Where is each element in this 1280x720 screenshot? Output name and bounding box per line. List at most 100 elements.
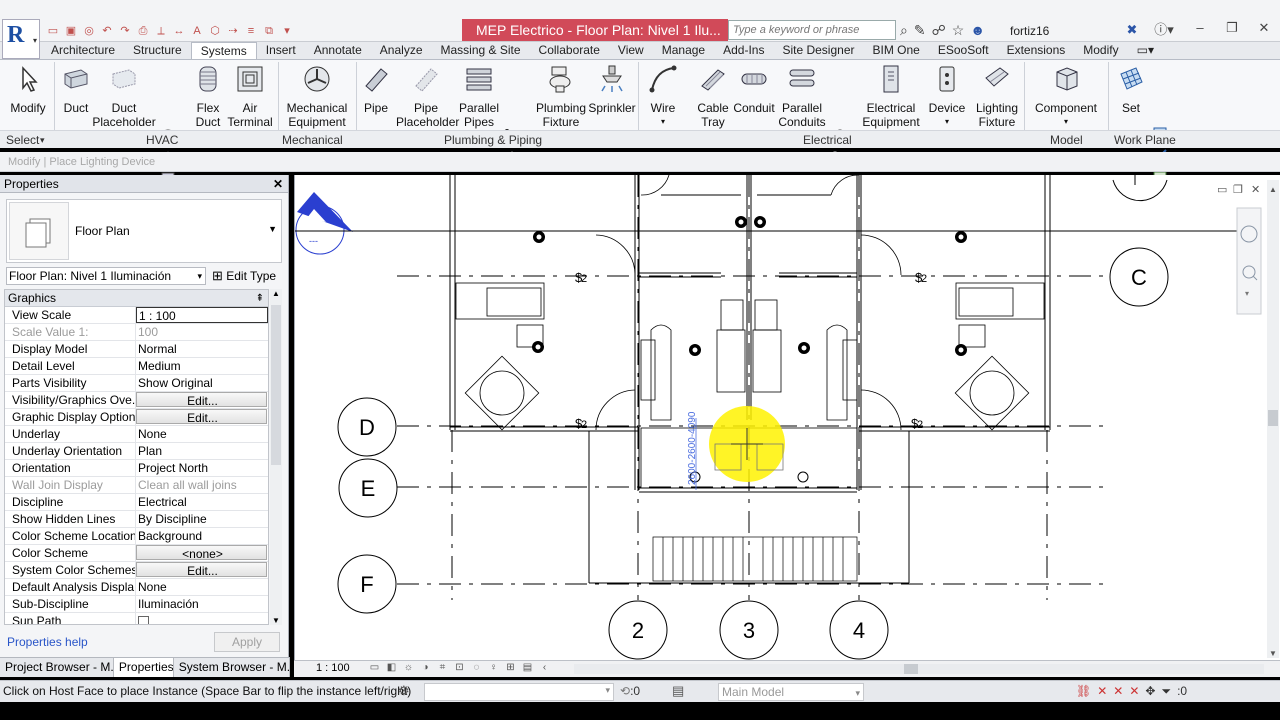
- tab-massing-site[interactable]: Massing & Site: [432, 42, 530, 59]
- user-icon[interactable]: ☻: [970, 22, 985, 38]
- properties-help-link[interactable]: Properties help: [7, 635, 88, 649]
- section-icon[interactable]: ⇢: [226, 24, 240, 38]
- electrical-equipment-tool[interactable]: Electrical Equipment: [862, 64, 920, 129]
- property-row[interactable]: Detail Level Medium: [5, 358, 268, 375]
- tab-collaborate[interactable]: Collaborate: [530, 42, 609, 59]
- tab-view[interactable]: View: [609, 42, 653, 59]
- scroll-up-icon[interactable]: ▲: [272, 289, 280, 298]
- worksharing-icon[interactable]: ⊞: [504, 662, 517, 675]
- worksets-icon[interactable]: ⚙: [398, 683, 410, 699]
- sprinkler-tool[interactable]: Sprinkler: [588, 64, 636, 115]
- detail-level-icon[interactable]: ▭: [368, 662, 381, 675]
- sun-path-icon[interactable]: ☼: [402, 662, 415, 675]
- customize-qat-icon[interactable]: ▾: [280, 24, 294, 38]
- property-row[interactable]: Sub-Discipline Iluminación: [5, 596, 268, 613]
- ribbon-options-icon[interactable]: ▭▾: [1128, 42, 1163, 59]
- property-edit-button[interactable]: Edit...: [136, 562, 267, 577]
- minimize-icon[interactable]: –: [1184, 18, 1216, 38]
- workset-combo[interactable]: ▾: [424, 683, 614, 701]
- floor-plan-drawing[interactable]: --- $2 $2 $2 $2 2600-2600-4090 C D E F 2…: [295, 175, 1280, 660]
- section-marker[interactable]: ---: [295, 192, 353, 255]
- property-value[interactable]: Medium: [136, 358, 268, 374]
- tab-esoosoft[interactable]: ESooSoft: [929, 42, 998, 59]
- property-row[interactable]: Parts Visibility Show Original: [5, 375, 268, 392]
- thin-lines-icon[interactable]: ≡: [244, 24, 258, 38]
- select-pinned-icon[interactable]: ✕: [1113, 684, 1123, 699]
- property-row[interactable]: Underlay Orientation Plan: [5, 443, 268, 460]
- pipe-placeholder-tool[interactable]: Pipe Placeholder: [396, 64, 459, 129]
- pipe-tool[interactable]: Pipe: [356, 64, 396, 115]
- property-value[interactable]: None: [136, 579, 268, 595]
- set-tool[interactable]: Set: [1114, 64, 1148, 115]
- property-value[interactable]: [136, 613, 268, 624]
- help-icon[interactable]: ⓘ▾: [1148, 20, 1180, 40]
- select-underlay-icon[interactable]: ✕: [1097, 684, 1107, 699]
- switch-windows-icon[interactable]: ⧉: [262, 24, 276, 38]
- tab-annotate[interactable]: Annotate: [305, 42, 371, 59]
- property-row[interactable]: View Scale 1 : 100: [5, 307, 268, 324]
- close-icon[interactable]: ✕: [273, 175, 283, 193]
- model-combo[interactable]: Main Model ▾: [718, 683, 864, 701]
- tab-structure[interactable]: Structure: [124, 42, 191, 59]
- property-row[interactable]: Wall Join Display Clean all wall joins: [5, 477, 268, 494]
- tab-extensions[interactable]: Extensions: [998, 42, 1075, 59]
- view-minimize-icon[interactable]: ▭: [1217, 184, 1227, 196]
- plumbing-fixture-tool[interactable]: Plumbing Fixture: [534, 64, 588, 129]
- favorites-icon[interactable]: ☆: [952, 22, 965, 39]
- property-row[interactable]: Graphic Display Options Edit...: [5, 409, 268, 426]
- navigation-bar[interactable]: ▾: [1236, 207, 1262, 315]
- tab-manage[interactable]: Manage: [653, 42, 714, 59]
- lighting-fixture-tool[interactable]: Lighting Fixture: [972, 64, 1022, 129]
- conduit-tool[interactable]: Conduit: [732, 64, 776, 115]
- search-input[interactable]: Type a keyword or phrase: [728, 20, 896, 40]
- tab-analyze[interactable]: Analyze: [371, 42, 432, 59]
- exchange-apps-icon[interactable]: ✖: [1116, 20, 1148, 40]
- 3d-view-icon[interactable]: ⬡: [208, 24, 222, 38]
- view-window-controls[interactable]: ▭ ❐ ✕: [1217, 184, 1260, 196]
- cable-tray-tool[interactable]: Cable Tray: [694, 64, 732, 129]
- tab-architecture[interactable]: Architecture: [42, 42, 124, 59]
- restore-icon[interactable]: ❐: [1216, 18, 1248, 38]
- property-value[interactable]: Electrical: [136, 494, 268, 510]
- scrollbar-thumb[interactable]: [271, 305, 281, 465]
- tab-modify[interactable]: Modify: [1074, 42, 1127, 59]
- select-panel-label[interactable]: Select: [6, 133, 39, 147]
- view-restore-icon[interactable]: ❐: [1233, 184, 1243, 196]
- property-row[interactable]: Visibility/Graphics Ove... Edit...: [5, 392, 268, 409]
- property-value[interactable]: Iluminación: [136, 596, 268, 612]
- measure-icon[interactable]: ⟂: [154, 24, 168, 38]
- instance-selector[interactable]: Floor Plan: Nivel 1 Iluminación ▾: [6, 267, 206, 285]
- property-value[interactable]: None: [136, 426, 268, 442]
- property-edit-button[interactable]: <none>: [136, 545, 267, 560]
- type-selector[interactable]: Floor Plan ▼: [6, 199, 282, 263]
- view-close-icon[interactable]: ✕: [1251, 184, 1260, 196]
- tab-site-designer[interactable]: Site Designer: [773, 42, 863, 59]
- save-icon[interactable]: ▣: [64, 24, 78, 38]
- browser-tab-project-browser-m[interactable]: Project Browser - M...: [0, 658, 114, 677]
- shadows-icon[interactable]: ◑: [419, 662, 432, 675]
- dimension-icon[interactable]: ↔: [172, 24, 186, 38]
- property-row[interactable]: Display Model Normal: [5, 341, 268, 358]
- sun-path-checkbox[interactable]: [138, 616, 149, 624]
- graphics-group-header[interactable]: Graphics ⇞: [5, 290, 268, 307]
- parallel-pipes-tool[interactable]: Parallel Pipes: [458, 64, 500, 129]
- property-row[interactable]: Scale Value 1: 100: [5, 324, 268, 341]
- component-tool[interactable]: Component ▾: [1032, 64, 1100, 129]
- edit-type-button[interactable]: ⊞ Edit Type: [212, 267, 276, 285]
- tab-systems[interactable]: Systems: [190, 42, 257, 59]
- close-icon[interactable]: ✕: [1248, 18, 1280, 38]
- filter-selection-icon[interactable]: ⏷: [1161, 684, 1171, 699]
- property-value[interactable]: By Discipline: [136, 511, 268, 527]
- design-options-icon[interactable]: ▤: [672, 683, 684, 699]
- show-crop-icon[interactable]: ⊡: [453, 662, 466, 675]
- flex-duct-tool[interactable]: Flex Duct: [188, 64, 228, 129]
- property-row[interactable]: Color Scheme <none>: [5, 545, 268, 562]
- binoculars-icon[interactable]: ⌕: [900, 22, 908, 39]
- analytical-model-icon[interactable]: ▤: [521, 662, 534, 675]
- property-row[interactable]: Default Analysis Displa... None: [5, 579, 268, 596]
- browser-tab-properties[interactable]: Properties: [113, 658, 174, 677]
- property-row[interactable]: Color Scheme Location Background: [5, 528, 268, 545]
- reveal-hidden-icon[interactable]: ♀: [487, 662, 500, 675]
- property-value[interactable]: Plan: [136, 443, 268, 459]
- temporary-hide-icon[interactable]: ◌: [470, 662, 483, 675]
